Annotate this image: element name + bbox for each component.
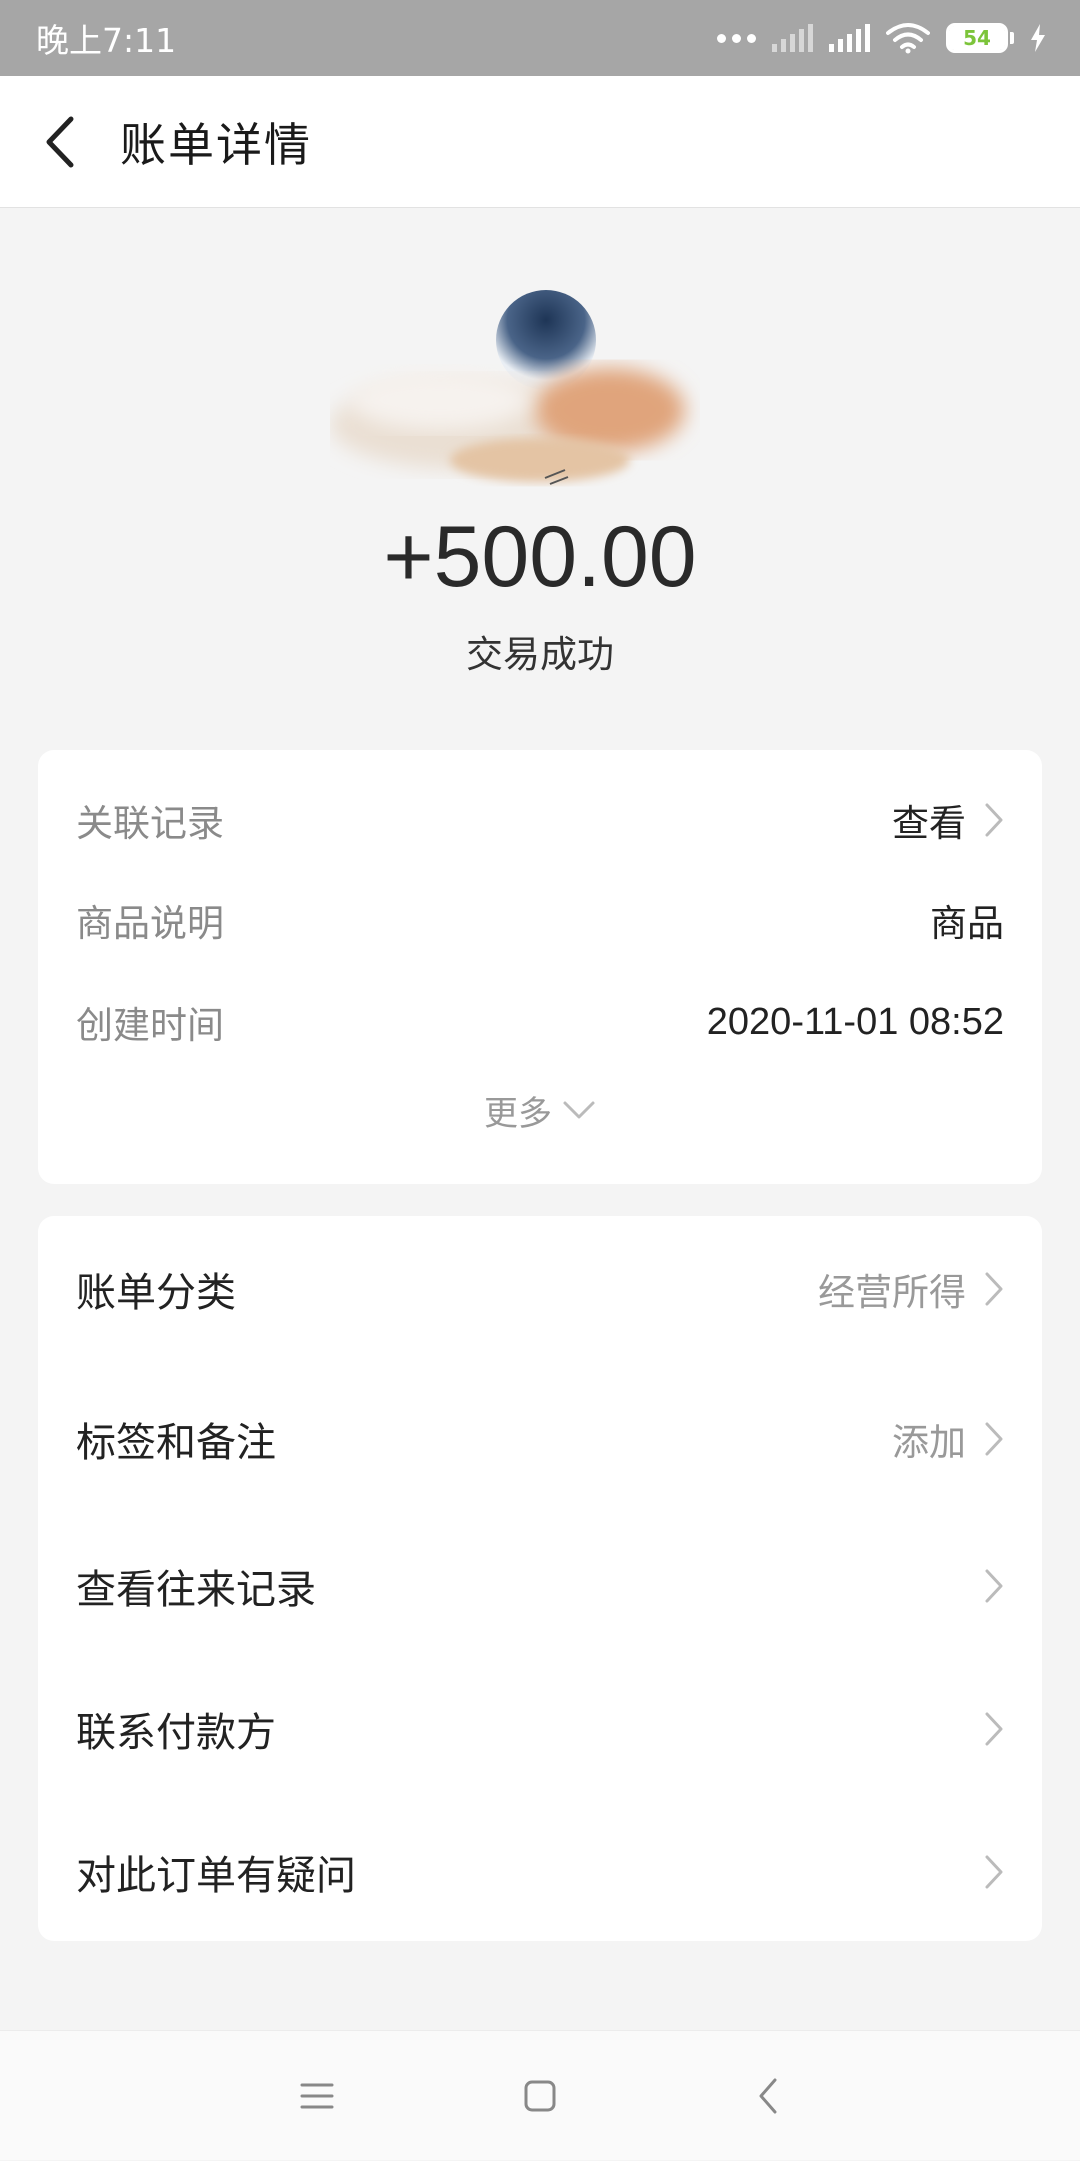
chevron-right-icon	[985, 803, 1003, 837]
bill-category-label: 账单分类	[76, 1269, 236, 1316]
bill-category-row[interactable]: 账单分类 经营所得	[38, 1216, 1042, 1361]
transaction-summary: +500.00 交易成功	[0, 208, 1080, 748]
chevron-left-icon	[46, 116, 74, 167]
created-time-row: 创建时间 2020-11-01 08:52	[38, 982, 1042, 1062]
tags-notes-value: 添加	[892, 1420, 966, 1464]
chevron-right-icon	[985, 1272, 1003, 1305]
order-question-label: 对此订单有疑问	[76, 1852, 356, 1899]
page-title: 账单详情	[120, 117, 312, 172]
tags-notes-label: 标签和备注	[76, 1419, 276, 1466]
system-nav-bar	[0, 2030, 1080, 2160]
back-button[interactable]	[0, 76, 120, 208]
related-record-row[interactable]: 关联记录 查看	[38, 780, 1042, 860]
contact-payer-label: 联系付款方	[76, 1709, 276, 1756]
status-bar: 晚上7:11 54	[0, 0, 1080, 76]
created-time-label: 创建时间	[76, 1004, 224, 1047]
chevron-right-icon	[985, 1855, 1003, 1888]
created-time-value: 2020-11-01 08:52	[706, 1000, 1004, 1043]
amount: +500.00	[383, 509, 697, 605]
chevron-right-icon	[985, 1422, 1003, 1455]
history-records-label: 查看往来记录	[76, 1566, 316, 1613]
signal-sim2-icon	[772, 24, 813, 52]
contact-payer-row[interactable]: 联系付款方	[38, 1656, 1042, 1801]
bill-category-value: 经营所得	[818, 1270, 966, 1314]
product-desc-value: 商品	[930, 902, 1004, 945]
recent-apps-button[interactable]	[257, 2031, 377, 2161]
status-icons: 54	[717, 22, 1046, 54]
menu-icon	[300, 2083, 334, 2109]
system-back-button[interactable]	[708, 2031, 828, 2161]
app-header: 账单详情	[0, 76, 1080, 208]
more-button[interactable]: 更多	[38, 1075, 1042, 1145]
related-record-link[interactable]: 查看	[892, 793, 966, 847]
charging-icon	[1031, 24, 1045, 52]
battery-level: 54	[949, 26, 1005, 50]
battery-icon: 54	[946, 23, 1014, 53]
square-icon	[524, 2080, 556, 2112]
home-button[interactable]	[480, 2031, 600, 2161]
chevron-right-icon	[985, 1712, 1003, 1745]
back-icon	[759, 2078, 777, 2114]
order-question-row[interactable]: 对此订单有疑问	[38, 1799, 1042, 1944]
product-desc-label: 商品说明	[76, 902, 224, 945]
blurred-payer-info	[330, 368, 685, 485]
more-dots-icon	[717, 33, 756, 43]
wifi-icon	[886, 23, 930, 54]
product-desc-row: 商品说明 商品	[38, 880, 1042, 960]
details-card: 关联记录 查看 商品说明 商品 创建时间 2020-11-01 08:52 更多	[38, 750, 1042, 1184]
actions-card: 账单分类 经营所得 标签和备注 添加 查看往来记录 联系付款方 对此订单有疑问	[38, 1216, 1042, 1941]
chevron-right-icon	[985, 1569, 1003, 1602]
signal-sim1-icon	[829, 24, 870, 52]
chevron-down-icon	[563, 1101, 595, 1119]
status-time: 晚上7:11	[36, 21, 177, 60]
history-records-row[interactable]: 查看往来记录	[38, 1513, 1042, 1658]
related-record-label: 关联记录	[76, 802, 224, 845]
more-label: 更多	[484, 1093, 552, 1134]
transaction-status: 交易成功	[466, 633, 614, 676]
tags-notes-row[interactable]: 标签和备注 添加	[38, 1366, 1042, 1511]
